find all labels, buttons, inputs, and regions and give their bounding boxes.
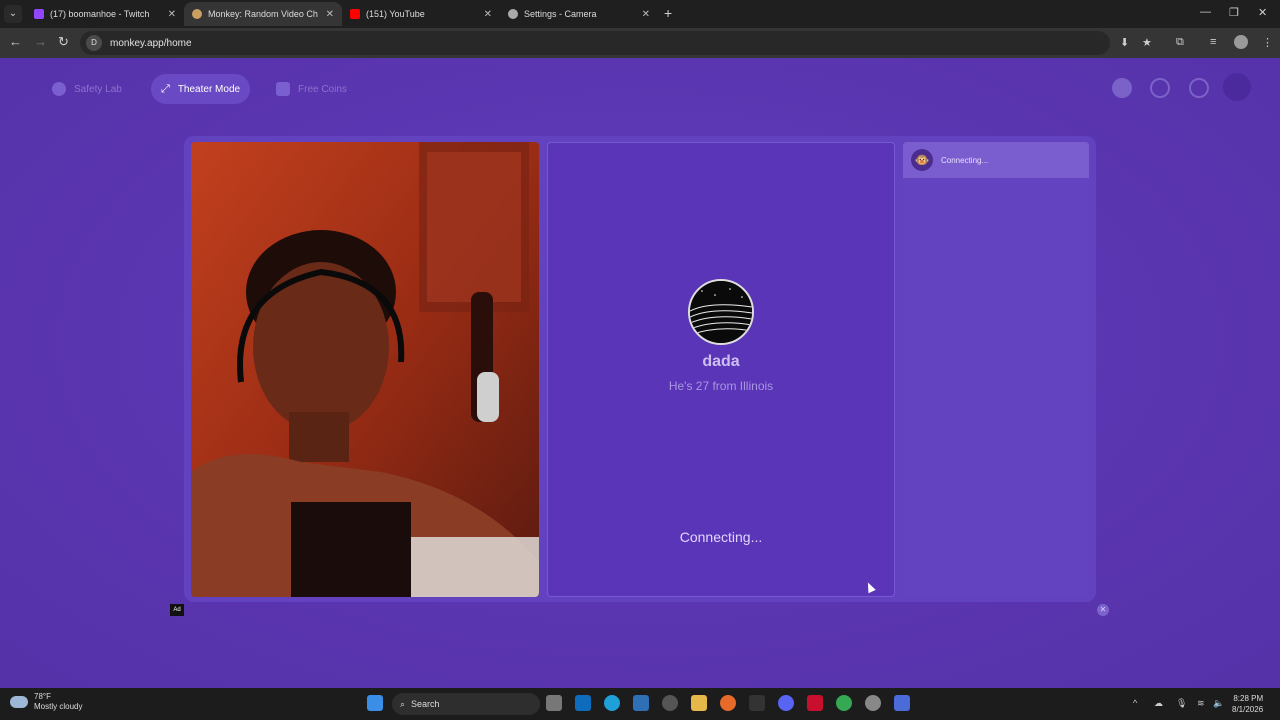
chrome-icon[interactable] xyxy=(836,695,852,711)
url-text: monkey.app/home xyxy=(110,37,192,49)
edge-icon[interactable] xyxy=(604,695,620,711)
tab-title: (151) YouTube xyxy=(366,9,425,19)
epic-games-icon[interactable] xyxy=(749,695,765,711)
discord-icon[interactable] xyxy=(778,695,794,711)
monkey-page: Safety Lab ⤢ Theater Mode Free Coins dad… xyxy=(0,58,1280,688)
connection-status: Connecting... xyxy=(679,529,763,545)
close-icon[interactable]: ✕ xyxy=(642,9,650,20)
menu-icon[interactable]: ⋮ xyxy=(1262,36,1273,49)
clock-date: 8/1/2026 xyxy=(1232,705,1264,714)
user-avatar[interactable] xyxy=(1223,73,1251,101)
browser-toolbar: ← → ↻ D monkey.app/home ⬇ ★ ⧉ ≡ ⋮ xyxy=(0,28,1280,58)
monkey-icon xyxy=(192,9,202,19)
safety-lab-button[interactable]: Safety Lab xyxy=(42,74,132,104)
volume-icon[interactable]: 🔈 xyxy=(1213,698,1224,709)
youtube-icon xyxy=(350,9,360,19)
file-explorer-icon[interactable] xyxy=(691,695,707,711)
tab-twitch[interactable]: (17) boomanhoe - Twitch ✕ xyxy=(26,2,184,26)
forward-icon[interactable]: → xyxy=(34,34,47,49)
app-icon[interactable] xyxy=(894,695,910,711)
taskbar: 78°F Mostly cloudy ⌕ Search ^ ☁ 🎙 ≋ 🔈 8:… xyxy=(0,688,1280,720)
chevron-up-icon[interactable]: ^ xyxy=(1133,698,1137,708)
search-icon: ⌕ xyxy=(400,698,406,709)
store-icon[interactable] xyxy=(633,695,649,711)
tab-title: Monkey: Random Video Ch xyxy=(208,9,318,19)
safety-lab-label: Safety Lab xyxy=(74,83,122,95)
gear-icon xyxy=(508,9,518,19)
netflix-icon[interactable] xyxy=(807,695,823,711)
system-clock[interactable]: 8:28 PM 8/1/2026 xyxy=(1232,693,1263,715)
tab-monkey[interactable]: Monkey: Random Video Ch ✕ xyxy=(184,2,342,26)
install-app-icon[interactable]: ⬇ xyxy=(1120,36,1129,49)
peer-avatar-image xyxy=(690,281,752,343)
close-icon[interactable]: ✕ xyxy=(326,9,334,20)
new-tab-button[interactable]: + xyxy=(664,5,672,21)
peer-avatar xyxy=(688,279,754,345)
wifi-icon[interactable]: ≋ xyxy=(1197,698,1205,709)
theater-mode-label: Theater Mode xyxy=(177,83,241,95)
twitch-icon xyxy=(34,9,44,19)
cloud-icon xyxy=(10,696,28,708)
monkey-icon: 🐵 xyxy=(911,149,933,171)
clock-time: 8:28 PM xyxy=(1233,694,1264,703)
chat-header: 🐵 Connecting... xyxy=(903,142,1089,178)
expand-icon: ⤢ xyxy=(161,82,170,95)
tab-youtube[interactable]: (151) YouTube ✕ xyxy=(342,2,500,26)
chat-panel: 🐵 Connecting... xyxy=(903,142,1089,597)
minimize-icon[interactable]: — xyxy=(1200,6,1211,18)
ad-badge: Ad xyxy=(170,604,184,616)
tab-title: Settings - Camera xyxy=(524,9,597,19)
weather-widget[interactable]: 78°F Mostly cloudy xyxy=(10,692,82,712)
window-close-icon[interactable]: ✕ xyxy=(1258,6,1267,19)
search-placeholder: Search xyxy=(411,699,440,709)
outlook-icon[interactable] xyxy=(575,695,591,711)
extensions-icon[interactable]: ⧉ xyxy=(1176,36,1184,49)
tab-settings-camera[interactable]: Settings - Camera ✕ xyxy=(500,2,658,26)
peer-details: He's 27 from Illinois xyxy=(668,379,774,393)
coins-balance-icon[interactable] xyxy=(1112,78,1132,98)
back-icon[interactable]: ← xyxy=(9,34,22,49)
weather-temp: 78°F xyxy=(34,692,51,701)
firefox-icon[interactable] xyxy=(720,695,736,711)
bookmark-star-icon[interactable]: ★ xyxy=(1142,36,1152,49)
tab-search-button[interactable]: ⌄ xyxy=(4,5,22,23)
theater-mode-button[interactable]: ⤢ Theater Mode xyxy=(151,74,251,104)
obs-icon[interactable] xyxy=(662,695,678,711)
coin-icon xyxy=(276,82,290,96)
site-info-icon[interactable]: D xyxy=(86,35,102,51)
local-video-feed xyxy=(191,142,539,597)
webcam-image xyxy=(191,142,539,597)
tab-title: (17) boomanhoe - Twitch xyxy=(50,9,150,19)
media-controls-icon[interactable]: ≡ xyxy=(1210,36,1216,48)
settings-gear-icon[interactable] xyxy=(865,695,881,711)
history-icon[interactable] xyxy=(1150,78,1170,98)
chat-status: Connecting... xyxy=(941,155,989,165)
browser-tabstrip: ⌄ (17) boomanhoe - Twitch ✕ Monkey: Rand… xyxy=(0,0,1280,28)
weather-desc: Mostly cloudy xyxy=(34,702,83,711)
shield-icon xyxy=(52,82,66,96)
remote-peer-panel: dada He's 27 from Illinois Connecting... xyxy=(547,142,895,597)
ad-close-button[interactable]: ✕ xyxy=(1097,604,1109,616)
reload-icon[interactable]: ↻ xyxy=(58,34,69,50)
chat-bubble-icon[interactable] xyxy=(1189,78,1209,98)
free-coins-button[interactable]: Free Coins xyxy=(266,74,357,104)
task-view-icon[interactable] xyxy=(546,695,562,711)
address-bar[interactable]: D monkey.app/home xyxy=(80,31,1110,55)
restore-icon[interactable]: ❐ xyxy=(1229,6,1239,19)
free-coins-label: Free Coins xyxy=(298,83,347,95)
cloud-sync-icon[interactable]: ☁ xyxy=(1154,698,1163,709)
windows-start-icon[interactable] xyxy=(367,695,383,711)
profile-avatar[interactable] xyxy=(1234,35,1248,49)
taskbar-search[interactable]: ⌕ Search xyxy=(392,693,540,715)
peer-name: dada xyxy=(702,353,740,370)
microphone-icon[interactable]: 🎙 xyxy=(1176,698,1187,709)
close-icon[interactable]: ✕ xyxy=(168,9,176,20)
close-icon[interactable]: ✕ xyxy=(484,9,492,20)
